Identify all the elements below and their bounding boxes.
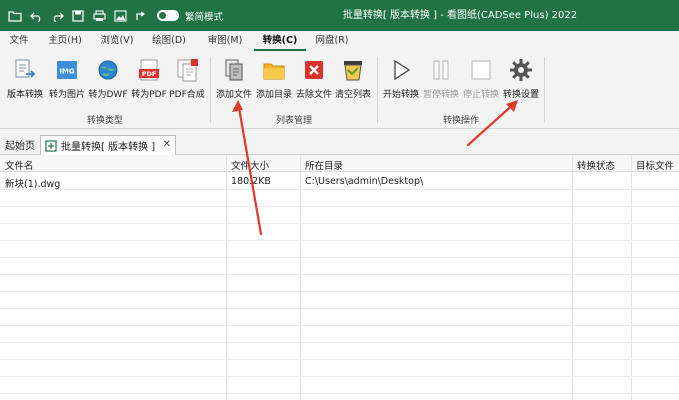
row-divider [0,274,679,275]
window-title: 批量转换[ 版本转换 ] - 看图纸(CADSee Plus) 2022 [342,10,578,21]
stop-convert-button[interactable]: 停止转换 [460,57,502,107]
to-pdf-button[interactable]: PDF 转为PDF [129,57,169,107]
row-divider [0,376,679,377]
pdf-icon-text: PDF [142,70,157,78]
file-size-cell: 180.2KB [231,176,271,187]
version-convert-button[interactable]: 版本转换 [5,57,45,107]
row-divider [0,240,679,241]
gear-icon [508,57,534,83]
row-divider [0,342,679,343]
share-icon[interactable] [132,7,150,25]
clear-list-button[interactable]: 清空列表 [333,57,373,107]
row-divider [0,393,679,394]
to-image-button[interactable]: IMG 转为图片 [47,57,87,107]
tab-view[interactable]: 浏览(V) [92,31,142,51]
undo-icon[interactable] [27,7,45,25]
version-convert-icon [12,57,38,83]
file-name-cell: 新块(1).dwg [5,179,61,190]
group-separator [544,57,545,123]
pdf-merge-icon [174,57,200,83]
image-file-icon: IMG [54,57,80,83]
title-bar: 繁简模式 批量转换[ 版本转换 ] - 看图纸(CADSee Plus) 202… [0,0,679,31]
tab-batch-convert[interactable]: 批量转换[ 版本转换 ] ✕ [40,135,176,155]
group-label-convert-operations: 转换操作 [442,116,479,126]
file-directory-cell: C:\Users\admin\Desktop\ [305,176,424,187]
tab-batch-convert-label: 批量转换[ 版本转换 ] [61,142,156,153]
column-header-status[interactable]: 转换状态 [577,158,615,172]
close-icon[interactable]: ✕ [163,139,171,150]
img-icon-text: IMG [59,68,75,76]
to-dwf-button[interactable]: 转为DWF [88,57,128,107]
add-file-icon [221,57,247,83]
row-divider [0,206,679,207]
tab-start-page[interactable]: 起始页 [5,137,35,152]
pdf-merge-button[interactable]: PDF合成 [166,57,208,107]
row-divider [0,257,679,258]
tab-file[interactable]: 文件 [0,31,38,51]
folder-icon [261,57,287,83]
simplified-traditional-toggle[interactable] [157,10,179,21]
tab-convert[interactable]: 转换(C) [254,31,306,51]
row-divider [0,359,679,360]
row-divider [0,325,679,326]
column-header-directory[interactable]: 所在目录 [305,158,343,172]
globe-icon [95,57,121,83]
ribbon: 版本转换 IMG 转为图片 转为DWF PDF 转为PDF PDF合成 转换类型… [0,51,679,129]
open-folder-icon[interactable] [6,7,24,25]
redo-icon[interactable] [48,7,66,25]
batch-convert-icon [45,139,57,152]
row-divider [0,189,679,190]
tab-home[interactable]: 主页(H) [38,31,92,51]
trash-bin-icon [340,57,366,83]
column-divider [631,155,632,400]
column-divider [300,155,301,400]
toggle-label: 繁简模式 [185,11,224,23]
save-icon[interactable] [69,7,87,25]
convert-settings-button[interactable]: 转换设置 [500,57,542,107]
row-divider [0,223,679,224]
tab-draw[interactable]: 绘图(D) [142,31,196,51]
start-convert-button[interactable]: 开始转换 [380,57,422,107]
pause-icon [428,57,454,83]
pdf-icon: PDF [136,57,162,83]
remove-file-button[interactable]: 去除文件 [294,57,334,107]
column-header-filename[interactable]: 文件名 [5,158,34,172]
play-icon [388,57,414,83]
column-divider [226,155,227,400]
column-header-target[interactable]: 目标文件 [636,158,674,172]
group-label-convert-type: 转换类型 [86,116,123,126]
document-tabs: 起始页 批量转换[ 版本转换 ] ✕ [0,129,679,155]
tab-cloud[interactable]: 网盘(R) [306,31,358,51]
table-header: 文件名 文件大小 所在目录 转换状态 目标文件 [0,155,679,172]
pause-convert-button[interactable]: 暂停转换 [420,57,462,107]
row-divider [0,291,679,292]
add-folder-button[interactable]: 添加目录 [254,57,294,107]
stop-icon [468,57,494,83]
image-icon[interactable] [111,7,129,25]
quick-access-toolbar: 繁简模式 [0,0,223,31]
print-icon[interactable] [90,7,108,25]
add-file-button[interactable]: 添加文件 [214,57,254,107]
row-divider [0,308,679,309]
group-label-list-management: 列表管理 [275,116,312,126]
file-table: 文件名 文件大小 所在目录 转换状态 目标文件 新块(1).dwg 180.2K… [0,155,679,400]
column-header-size[interactable]: 文件大小 [231,158,269,172]
tab-review[interactable]: 审图(M) [196,31,254,51]
menu-bar: 文件 主页(H) 浏览(V) 绘图(D) 审图(M) 转换(C) 网盘(R) [0,31,679,51]
column-divider [572,155,573,400]
delete-icon [301,57,327,83]
